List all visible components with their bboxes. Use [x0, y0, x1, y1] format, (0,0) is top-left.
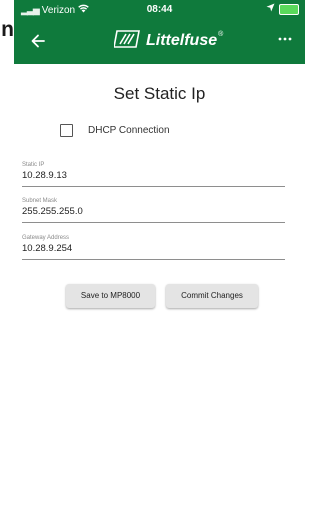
dhcp-checkbox[interactable]: [60, 124, 73, 137]
status-bar: ▂▃▅ Verizon 08:44: [14, 0, 305, 20]
page-title: Set Static Ip: [113, 84, 206, 103]
static-ip-label: Static IP: [22, 162, 45, 168]
location-arrow-icon: [266, 3, 275, 15]
status-time: 08:44: [146, 4, 173, 15]
static-ip-field[interactable]: Static IP 10.28.9.13: [22, 162, 285, 187]
static-ip-input[interactable]: 10.28.9.13: [22, 170, 285, 187]
gateway-address-field[interactable]: Gateway Address 10.28.9.254: [22, 235, 285, 260]
commit-changes-button[interactable]: Commit Changes: [166, 284, 258, 308]
battery-icon: [279, 3, 299, 15]
brand-logo: Littelfuse ®: [113, 28, 224, 54]
back-button[interactable]: [24, 26, 52, 54]
dhcp-connection-toggle[interactable]: DHCP Connection: [60, 124, 170, 137]
app-header: ▂▃▅ Verizon 08:44 Littelfuse ®: [14, 0, 305, 64]
more-options-button[interactable]: [273, 26, 297, 54]
arrow-left-icon: [31, 30, 45, 50]
save-to-mp8000-button[interactable]: Save to MP8000: [66, 284, 155, 308]
gateway-address-label: Gateway Address: [22, 235, 70, 241]
brand-trademark: ®: [218, 31, 224, 38]
subnet-mask-label: Subnet Mask: [22, 198, 58, 204]
more-horizontal-icon: [278, 30, 292, 46]
cropped-text-fragment: n: [1, 18, 14, 41]
brand-name: Littelfuse: [146, 32, 218, 49]
dhcp-label: DHCP Connection: [88, 125, 170, 136]
status-right: [266, 3, 299, 15]
app-bar: Littelfuse ®: [14, 22, 305, 62]
gateway-address-input[interactable]: 10.28.9.254: [22, 243, 285, 260]
subnet-mask-input[interactable]: 255.255.255.0: [22, 206, 285, 223]
littelfuse-logo-icon: [113, 29, 140, 54]
subnet-mask-field[interactable]: Subnet Mask 255.255.255.0: [22, 198, 285, 223]
phone-screen: ▂▃▅ Verizon 08:44 Littelfuse ® Set Stati…: [14, 0, 305, 517]
